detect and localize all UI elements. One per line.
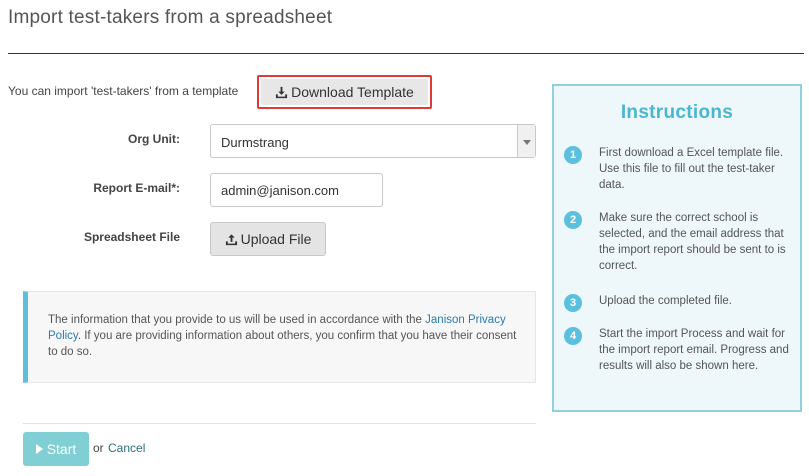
privacy-text-after: . If you are providing information about… bbox=[48, 330, 517, 358]
instructions-panel: Instructions 1 First download a Excel te… bbox=[552, 84, 802, 412]
privacy-notice: The information that you provide to us w… bbox=[23, 291, 536, 383]
or-text: or bbox=[93, 441, 104, 455]
instructions-title: Instructions bbox=[620, 102, 734, 123]
step-number-badge: 2 bbox=[564, 211, 582, 229]
play-icon bbox=[35, 444, 43, 454]
download-icon bbox=[275, 86, 288, 99]
org-unit-select[interactable]: Durmstrang bbox=[210, 124, 536, 158]
step-number-badge: 1 bbox=[564, 146, 582, 164]
title-divider bbox=[8, 53, 804, 54]
download-template-button[interactable]: Download Template bbox=[257, 75, 432, 109]
report-email-input[interactable] bbox=[210, 173, 383, 207]
upload-icon bbox=[225, 233, 238, 246]
step-text: Upload the completed file. bbox=[599, 295, 732, 307]
privacy-text: The information that you provide to us w… bbox=[48, 312, 518, 360]
step-text: Start the import Process and wait for th… bbox=[599, 328, 789, 372]
org-unit-value: Durmstrang bbox=[221, 135, 289, 150]
org-unit-label: Org Unit: bbox=[128, 132, 180, 146]
start-button[interactable]: Start bbox=[23, 432, 89, 466]
step-text: Make sure the correct school is selected… bbox=[599, 212, 786, 272]
step-number-badge: 3 bbox=[564, 294, 582, 312]
step-text: First download a Excel template file. Us… bbox=[599, 147, 784, 191]
upload-file-label: Upload File bbox=[240, 231, 312, 247]
download-template-label: Download Template bbox=[291, 84, 414, 100]
caret-down-icon bbox=[522, 134, 531, 149]
privacy-text-before: The information that you provide to us w… bbox=[48, 314, 426, 326]
upload-file-button[interactable]: Upload File bbox=[210, 222, 326, 256]
intro-text: You can import 'test-takers' from a temp… bbox=[8, 84, 239, 98]
spreadsheet-file-label: Spreadsheet File bbox=[83, 230, 180, 244]
step-number-badge: 4 bbox=[564, 327, 582, 345]
select-arrow bbox=[517, 125, 535, 157]
start-label: Start bbox=[46, 441, 77, 457]
actions-divider bbox=[23, 423, 536, 424]
cancel-link[interactable]: Cancel bbox=[108, 441, 145, 455]
report-email-label: Report E-mail*: bbox=[93, 181, 180, 195]
page-title: Import test-takers from a spreadsheet bbox=[8, 7, 333, 28]
